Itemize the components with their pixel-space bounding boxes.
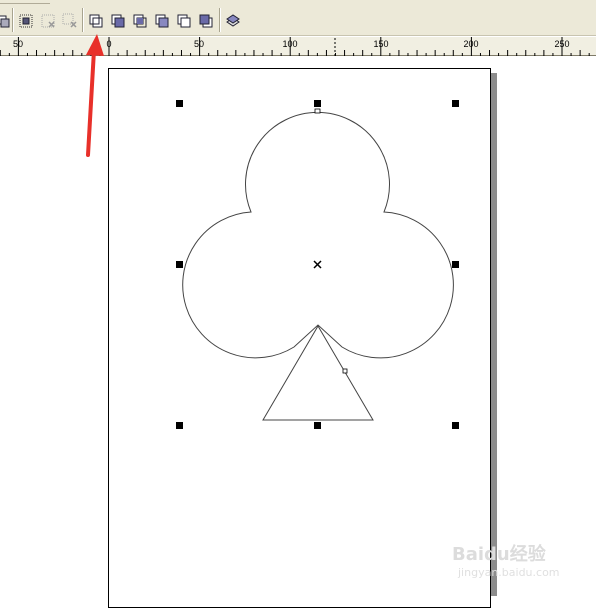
club-shape[interactable] xyxy=(182,111,454,359)
selection-handle-bottom-left[interactable] xyxy=(176,422,183,429)
selection-handle-top[interactable] xyxy=(314,100,321,107)
node-marker[interactable] xyxy=(314,108,321,114)
selection-handle-right[interactable] xyxy=(452,261,459,268)
selection-handle-bottom-right[interactable] xyxy=(452,422,459,429)
node-marker[interactable] xyxy=(342,368,348,374)
selection-handle-top-left[interactable] xyxy=(176,100,183,107)
watermark-brand: Baidu经验 xyxy=(452,544,546,565)
drawing-canvas xyxy=(86,34,459,429)
red-arrow-annotation xyxy=(86,34,104,157)
selection-handle-top-right[interactable] xyxy=(452,100,459,107)
selection-handle-bottom[interactable] xyxy=(314,422,321,429)
watermark-logo: Baidu经验 jingyan.baidu.com xyxy=(452,540,572,584)
selection-handle-left[interactable] xyxy=(176,261,183,268)
watermark-url: jingyan.baidu.com xyxy=(458,566,560,579)
